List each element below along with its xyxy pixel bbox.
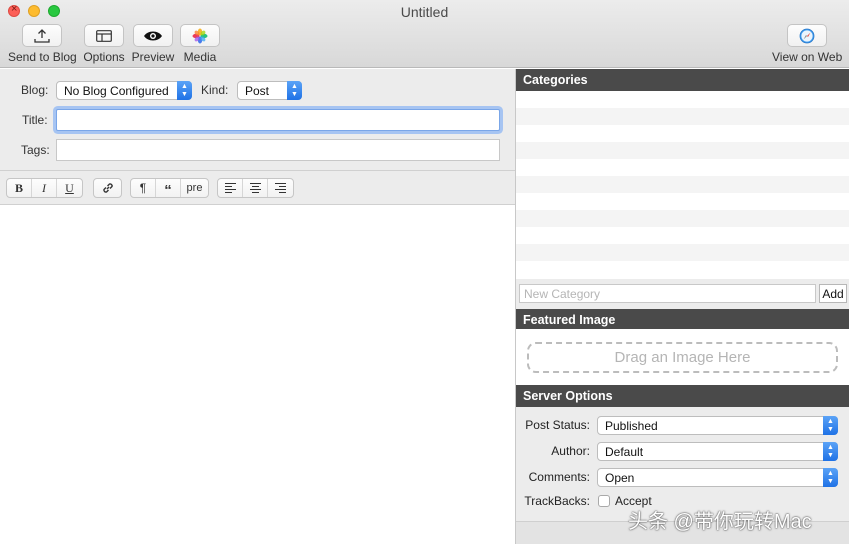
post-status-value: Published xyxy=(605,419,658,433)
server-options-area: Post Status: Published ▲ ▼ Author: Defaul… xyxy=(516,407,849,517)
tags-label: Tags: xyxy=(21,143,50,157)
blog-select-value: No Blog Configured xyxy=(64,84,169,98)
italic-button[interactable]: I xyxy=(32,179,57,197)
kind-select-value: Post xyxy=(245,84,270,98)
author-label: Author: xyxy=(551,444,590,458)
featured-image-header: Featured Image xyxy=(516,309,849,331)
blog-select[interactable]: No Blog Configured ▲ ▼ xyxy=(56,81,192,100)
paragraph-button[interactable]: ¶ xyxy=(131,179,156,197)
new-category-input[interactable]: New Category xyxy=(519,284,816,303)
upload-icon xyxy=(22,24,62,47)
kind-label: Kind: xyxy=(201,83,229,97)
comments-select[interactable]: Open ▲ ▼ xyxy=(597,468,838,487)
comments-value: Open xyxy=(605,471,635,485)
align-right-icon xyxy=(275,183,286,193)
media-button[interactable]: Media xyxy=(178,24,222,64)
list-item xyxy=(516,159,849,176)
photos-flower-icon xyxy=(180,24,220,47)
image-dropzone[interactable]: Drag an Image Here xyxy=(527,342,838,373)
options-button[interactable]: Options xyxy=(82,24,126,64)
link-group xyxy=(93,178,122,198)
formatting-toolbar: B I U ¶ “ pre xyxy=(0,171,515,205)
send-to-blog-label: Send to Blog xyxy=(8,50,77,64)
accept-trackbacks-checkbox[interactable] xyxy=(598,495,610,507)
preview-button[interactable]: Preview xyxy=(131,24,175,64)
align-center-button[interactable] xyxy=(243,179,268,197)
watermark-text: 头条 @带你玩转Mac xyxy=(628,511,812,533)
server-options-header: Server Options xyxy=(516,385,849,407)
align-center-icon xyxy=(249,183,261,193)
categories-header: Categories xyxy=(516,69,849,91)
window-title: Untitled xyxy=(400,4,449,20)
view-on-web-button[interactable]: View on Web xyxy=(772,24,842,64)
featured-image-area: Drag an Image Here xyxy=(516,329,849,385)
send-to-blog-button[interactable]: Send to Blog xyxy=(8,24,77,64)
list-item xyxy=(516,193,849,210)
comments-label: Comments: xyxy=(528,470,590,484)
title-label: Title: xyxy=(22,113,48,127)
updown-arrows-icon: ▲ ▼ xyxy=(177,81,192,100)
list-item xyxy=(516,210,849,227)
bold-button[interactable]: B xyxy=(7,179,32,197)
preformatted-button[interactable]: pre xyxy=(181,179,208,197)
blog-label: Blog: xyxy=(21,83,49,97)
updown-arrows-icon: ▲ ▼ xyxy=(287,81,302,100)
author-value: Default xyxy=(605,445,644,459)
trackbacks-label: TrackBacks: xyxy=(524,494,590,508)
list-item xyxy=(516,142,849,159)
blockquote-button[interactable]: “ xyxy=(156,179,181,197)
editor-pane: Blog: No Blog Configured ▲ ▼ Kind: Post ▲… xyxy=(0,69,515,544)
post-status-label: Post Status: xyxy=(525,418,590,432)
link-button[interactable] xyxy=(94,179,121,197)
list-item xyxy=(516,244,849,261)
author-select[interactable]: Default ▲ ▼ xyxy=(597,442,838,461)
text-style-group: B I U xyxy=(6,178,83,198)
align-left-button[interactable] xyxy=(218,179,243,197)
kind-select[interactable]: Post ▲ ▼ xyxy=(237,81,302,100)
post-status-select[interactable]: Published ▲ ▼ xyxy=(597,416,838,435)
list-item xyxy=(516,108,849,125)
align-right-button[interactable] xyxy=(268,179,293,197)
media-label: Media xyxy=(183,50,217,64)
updown-arrows-icon: ▲ ▼ xyxy=(823,442,838,461)
link-icon xyxy=(102,183,113,193)
title-input[interactable] xyxy=(56,109,500,131)
updown-arrows-icon: ▲ ▼ xyxy=(823,468,838,487)
list-item xyxy=(516,91,849,108)
eye-icon xyxy=(133,24,173,47)
block-style-group: ¶ “ pre xyxy=(130,178,209,198)
categories-list[interactable] xyxy=(516,91,849,279)
align-left-icon xyxy=(224,183,236,193)
underline-button[interactable]: U xyxy=(57,179,82,197)
safari-compass-icon xyxy=(787,24,827,47)
options-panel-icon xyxy=(84,24,124,47)
post-body-editor[interactable] xyxy=(0,205,515,544)
view-on-web-label: View on Web xyxy=(772,50,843,64)
sidebar: Categories New Category Add Featured Ima… xyxy=(515,69,849,544)
window-titlebar: Untitled Send to Blog Options Preview xyxy=(0,0,849,68)
tags-input[interactable] xyxy=(56,139,500,161)
alignment-group xyxy=(217,178,294,198)
list-item xyxy=(516,125,849,142)
post-metadata-area: Blog: No Blog Configured ▲ ▼ Kind: Post ▲… xyxy=(0,69,515,171)
updown-arrows-icon: ▲ ▼ xyxy=(823,416,838,435)
preview-label: Preview xyxy=(131,50,175,64)
list-item xyxy=(516,261,849,278)
options-label: Options xyxy=(83,50,125,64)
list-item xyxy=(516,176,849,193)
add-category-button[interactable]: Add xyxy=(819,284,847,303)
list-item xyxy=(516,227,849,244)
